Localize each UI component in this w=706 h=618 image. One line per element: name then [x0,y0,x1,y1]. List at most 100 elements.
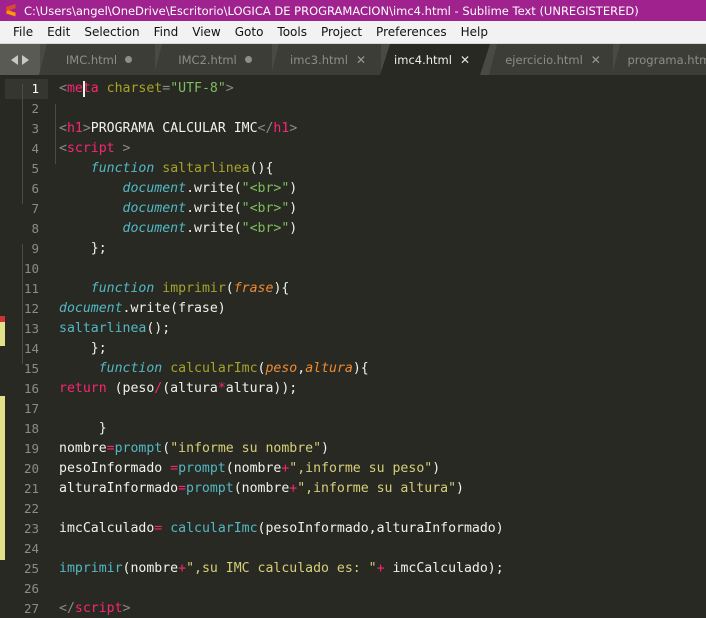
tab-close-icon[interactable]: ✕ [591,54,601,66]
code-token: ",informe su altura" [297,481,457,496]
code-token: > [122,601,131,616]
tab-imc2-html[interactable]: IMC2.html [154,44,272,75]
line-number: 7 [31,201,39,216]
code-line[interactable]: document.write("<br>") [48,219,706,239]
tab-label: IMC2.html [178,52,237,67]
code-token: .write [186,221,234,236]
menu-item-help[interactable]: Help [454,23,495,41]
code-token: (nombre [225,461,282,476]
code-content[interactable]: <meta charset="UTF-8"> <h1>PROGRAMA CALC… [48,79,706,618]
code-line[interactable]: document.write(frase) [48,299,706,319]
menu-bar: File Edit Selection Find View Goto Tools Projec… [0,21,706,44]
line-number: 10 [23,261,39,276]
line-number: 12 [23,301,39,316]
line-number: 17 [23,401,39,416]
tab-imc4-html[interactable]: imc4.html ✕ [380,44,490,75]
tab-close-icon[interactable]: ✕ [460,54,470,66]
code-token: </ [59,601,75,616]
menu-item-find[interactable]: Find [147,23,186,41]
code-token: peso [265,361,298,376]
menu-item-selection[interactable]: Selection [77,23,146,41]
tab-ejercicio-html[interactable]: ejercicio.html ✕ [489,44,613,75]
code-token: ){ [273,281,290,296]
code-line[interactable]: document.write("<br>") [48,179,706,199]
code-line[interactable]: alturaInformado=prompt(nombre+",informe … [48,479,706,499]
code-line[interactable] [48,499,706,519]
code-token: nombre [59,441,107,456]
window-title: C:\Users\angel\OneDrive\Escritorio\LOGIC… [24,3,639,18]
tab-unsaved-dot-icon[interactable] [125,56,133,63]
code-line[interactable]: nombre=prompt("informe su nombre") [48,439,706,459]
code-line[interactable]: imprimir(nombre+",su IMC calculado es: "… [48,559,706,579]
code-token: > [114,141,131,156]
code-token: (nombre [122,561,179,576]
code-token: </ [257,121,274,136]
chevron-right-icon[interactable] [22,54,29,65]
line-number: 14 [23,341,39,356]
tab-imc3-html[interactable]: imc3.html ✕ [271,44,381,75]
indent-guide [55,104,56,164]
menu-item-project[interactable]: Project [314,23,369,41]
code-line[interactable]: </script> [48,599,706,618]
line-number: 2 [31,101,39,116]
tab-label: ejercicio.html [505,52,583,67]
line-number: 22 [23,501,39,516]
code-line[interactable]: document.write("<br>") [48,199,706,219]
code-token: ( [233,221,242,236]
code-line[interactable]: saltarlinea(); [48,319,706,339]
code-line[interactable]: function calcularImc(peso,altura){ [48,359,706,379]
code-token: document [122,181,187,196]
code-line[interactable]: <script > [48,139,706,159]
chevron-left-icon[interactable] [11,54,18,65]
code-line[interactable]: }; [48,239,706,259]
code-token: .write [186,181,234,196]
code-line[interactable]: function saltarlinea(){ [48,159,706,179]
code-token: ( [225,281,234,296]
code-line[interactable] [48,539,706,559]
line-number: 21 [23,481,39,496]
tab-navigation[interactable] [0,44,40,75]
code-line[interactable] [48,579,706,599]
code-token: "<br>" [241,181,290,196]
menu-item-edit[interactable]: Edit [40,23,77,41]
code-token: < [59,81,67,96]
code-line[interactable]: return (peso/(altura*altura)); [48,379,706,399]
code-token: imcCalculado); [384,561,504,576]
code-token: function [90,161,155,176]
tab-close-icon[interactable]: ✕ [356,54,366,66]
code-token: .write [186,201,234,216]
menu-item-goto[interactable]: Goto [228,23,271,41]
code-token: prompt [114,441,163,456]
code-line[interactable]: <h1>PROGRAMA CALCULAR IMC</h1> [48,119,706,139]
menu-item-file[interactable]: File [6,23,40,41]
code-line[interactable]: pesoInformado =prompt(nombre+",informe s… [48,459,706,479]
menu-item-tools[interactable]: Tools [270,23,314,41]
code-line[interactable]: function imprimir(frase){ [48,279,706,299]
code-line[interactable]: } [48,419,706,439]
code-line[interactable]: }; [48,339,706,359]
code-line[interactable]: <meta charset="UTF-8"> [48,79,706,99]
line-number: 8 [31,221,39,236]
code-token: < [59,121,67,136]
tab-imc-html[interactable]: IMC.html [39,44,155,75]
line-number-gutter: 1 2 3 4 5 6 7 8 9 10 11 12 13 14 15 16 17 18 19 20 21 22 23 24 2… [0,75,48,618]
code-token: > [289,121,298,136]
code-token: < [59,141,67,156]
line-number: 25 [23,561,39,576]
tab-programa-html[interactable]: programa.html [612,44,706,75]
code-line[interactable]: imcCalculado= calcularImc(pesoInformado,… [48,519,706,539]
menu-item-preferences[interactable]: Preferences [369,23,454,41]
menu-item-view[interactable]: View [185,23,227,41]
code-line[interactable] [48,259,706,279]
code-line[interactable] [48,99,706,119]
tab-unsaved-dot-icon[interactable] [244,56,252,63]
code-token: (altura [162,381,218,396]
code-editor[interactable]: 1 2 3 4 5 6 7 8 9 10 11 12 13 14 15 16 17 18 19 20 21 22 23 24 2… [0,75,706,618]
code-token: ( [233,181,242,196]
code-line[interactable] [48,399,706,419]
code-token: document [122,201,187,216]
